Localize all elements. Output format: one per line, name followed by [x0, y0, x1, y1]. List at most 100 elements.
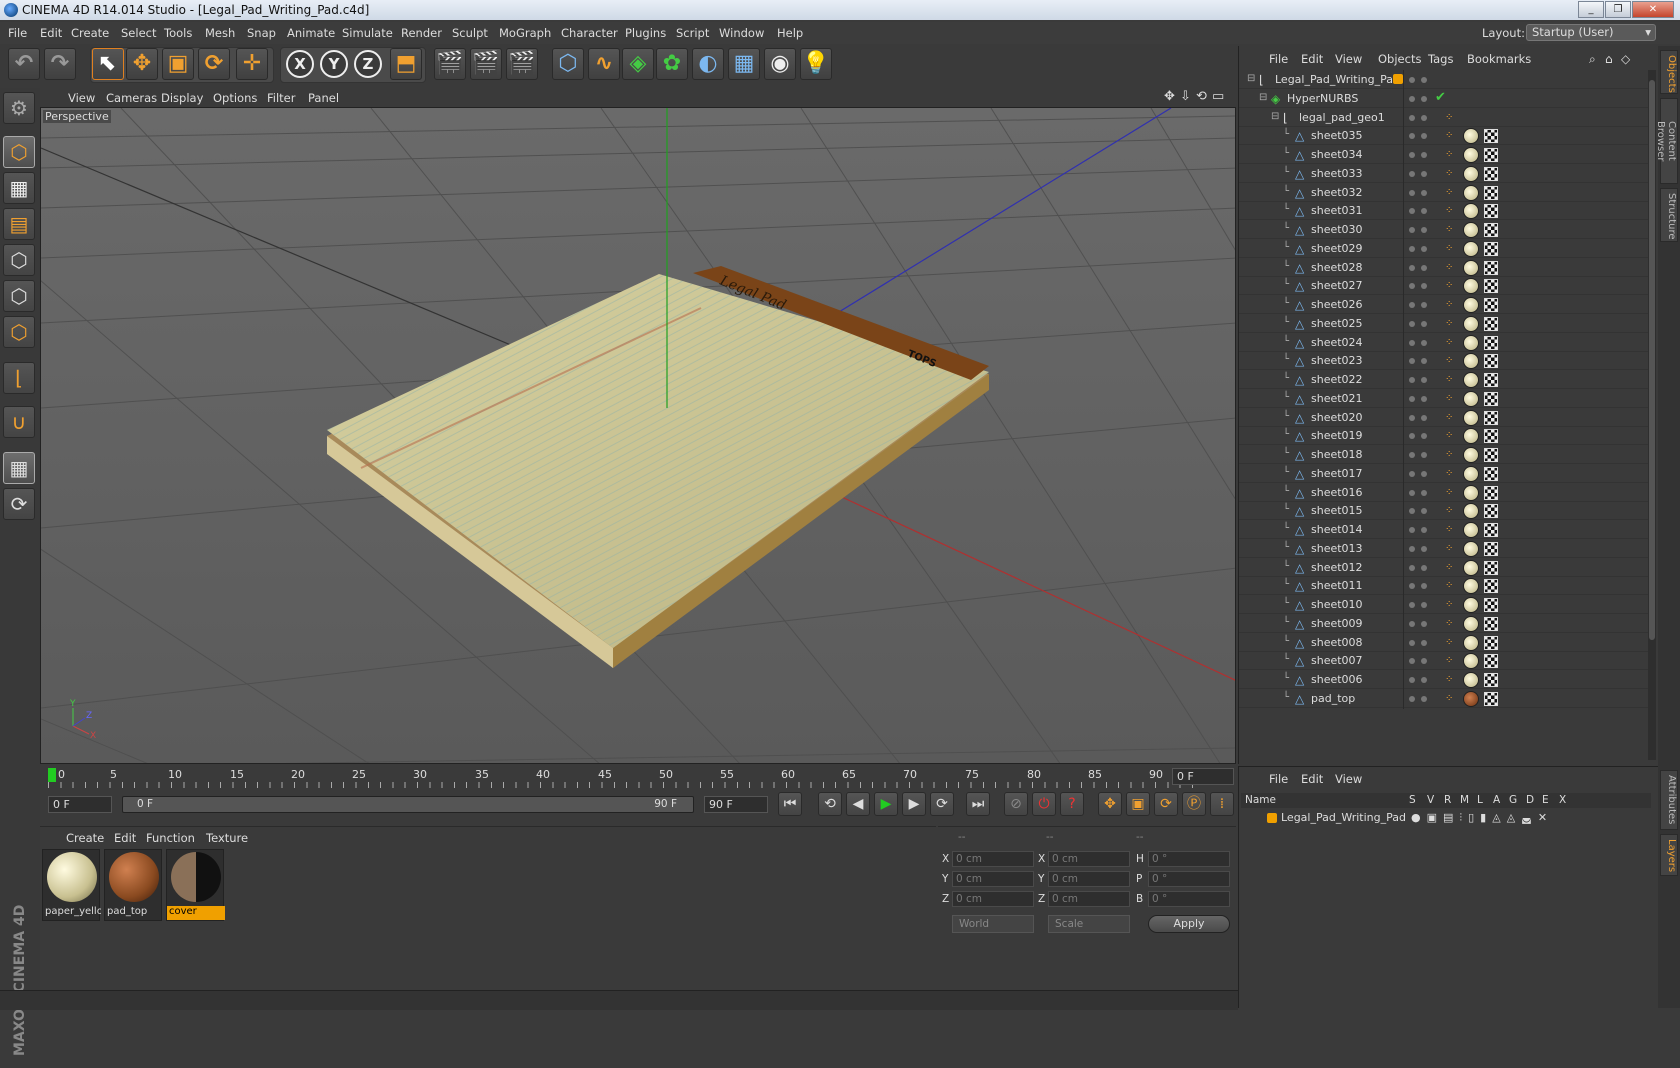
tree-expand-icon[interactable]: └	[1283, 692, 1289, 703]
uvw-tag-icon[interactable]	[1484, 373, 1498, 387]
key-rotation-icon[interactable]: ⟳	[1154, 792, 1178, 816]
object-row-polygon[interactable]: └ △ sheet033 ⁘	[1239, 163, 1649, 184]
tree-expand-icon[interactable]: └	[1283, 317, 1289, 328]
editor-visibility-dot[interactable]	[1409, 377, 1415, 383]
editor-visibility-dot[interactable]	[1409, 152, 1415, 158]
material-tag-icon[interactable]	[1463, 597, 1479, 613]
object-row-polygon[interactable]: └ △ sheet023 ⁘	[1239, 351, 1649, 372]
editor-visibility-dot[interactable]	[1409, 395, 1415, 402]
layer-row[interactable]: Legal_Pad_Writing_Pad ●▣▤⫶▯▮◬◬◛✕	[1241, 809, 1651, 827]
material-tag-icon[interactable]	[1463, 465, 1479, 482]
object-row-polygon[interactable]: └ △ sheet013 ⁘	[1239, 538, 1649, 559]
objects-menu-objects[interactable]: Objects	[1378, 52, 1421, 66]
material-tag-icon[interactable]	[1463, 222, 1479, 238]
phong-tag-icon[interactable]: ⁘	[1445, 130, 1453, 141]
phong-tag-icon[interactable]: ⁘	[1445, 562, 1453, 573]
editor-visibility-dot[interactable]	[1409, 695, 1415, 702]
material-tag-icon[interactable]	[1463, 315, 1479, 332]
object-row-polygon[interactable]: └ △ sheet021 ⁘	[1239, 388, 1649, 409]
phong-tag-icon[interactable]: ⁘	[1445, 487, 1453, 498]
size-y-field[interactable]: 0 cm	[1048, 871, 1130, 887]
deformer-bend-icon[interactable]: ◐	[692, 48, 724, 80]
spline-pen-icon[interactable]: ∿	[588, 48, 620, 80]
camera-icon[interactable]: ◉	[764, 48, 796, 80]
tweak-magnet-icon[interactable]: ∪	[3, 406, 35, 438]
key-pla-icon[interactable]: ⁞	[1210, 792, 1234, 816]
phong-tag-icon[interactable]: ⁘	[1445, 337, 1453, 348]
render-visibility-dot[interactable]	[1421, 377, 1427, 383]
phong-tag-icon[interactable]: ⁘	[1445, 674, 1453, 685]
object-row-polygon[interactable]: └ △ sheet020 ⁘	[1239, 407, 1649, 428]
playhead-marker[interactable]	[48, 768, 56, 782]
object-row-polygon[interactable]: └ △ sheet017 ⁘	[1239, 463, 1649, 484]
tree-expand-icon[interactable]: ⊟	[1271, 111, 1279, 122]
render-visibility-dot[interactable]	[1421, 489, 1427, 496]
object-row-polygon[interactable]: └ △ sheet010 ⁘	[1239, 595, 1649, 615]
uvw-tag-icon[interactable]	[1484, 279, 1498, 294]
editor-visibility-dot[interactable]	[1409, 414, 1415, 421]
uvw-tag-icon[interactable]	[1484, 241, 1498, 256]
go-to-start-icon[interactable]: ⏮	[778, 792, 802, 816]
tree-expand-icon[interactable]: └	[1283, 486, 1289, 497]
material-menu-texture[interactable]: Texture	[206, 831, 248, 845]
material-tag-icon[interactable]	[1463, 690, 1479, 707]
size-z-field[interactable]: 0 cm	[1048, 891, 1130, 907]
material-menu-create[interactable]: Create	[66, 831, 104, 845]
uvw-tag-icon[interactable]	[1484, 185, 1498, 200]
floor-scene-icon[interactable]: ▦	[728, 48, 760, 80]
render-visibility-dot[interactable]	[1421, 189, 1427, 196]
material-tag-icon[interactable]	[1463, 653, 1479, 670]
tree-expand-icon[interactable]: └	[1283, 373, 1289, 384]
editor-visibility-dot[interactable]	[1409, 658, 1415, 665]
play-icon[interactable]: ▶	[874, 792, 898, 816]
material-tag-icon[interactable]	[1463, 353, 1479, 370]
tree-expand-icon[interactable]: └	[1283, 223, 1289, 234]
edges-mode-icon[interactable]: ⬡	[3, 280, 35, 312]
objects-menu-bookmarks[interactable]: Bookmarks	[1467, 52, 1531, 66]
editor-visibility-dot[interactable]	[1409, 639, 1415, 646]
material-tag-icon[interactable]	[1463, 428, 1479, 445]
object-row-polygon[interactable]: └ △ sheet016 ⁘	[1239, 482, 1649, 503]
model-mode-icon[interactable]: ⬡	[3, 136, 35, 168]
tree-expand-icon[interactable]: └	[1283, 167, 1289, 178]
phong-tag-icon[interactable]: ⁘	[1445, 693, 1453, 704]
editor-visibility-dot[interactable]	[1409, 452, 1415, 458]
dolly-view-icon[interactable]: ⇩	[1180, 89, 1191, 104]
viewport-menu-view[interactable]: View	[68, 91, 95, 105]
frame-range-slider[interactable]: 0 F 90 F	[122, 796, 694, 813]
editor-visibility-dot[interactable]	[1409, 283, 1415, 290]
material-tag-icon[interactable]	[1463, 165, 1479, 182]
phong-tag-icon[interactable]: ⁘	[1445, 637, 1453, 648]
scale-tool-icon[interactable]: ▣	[162, 48, 194, 80]
tree-expand-icon[interactable]: └	[1283, 617, 1289, 628]
y-axis-lock-icon[interactable]: Y	[320, 50, 348, 78]
editor-visibility-dot[interactable]	[1409, 677, 1415, 683]
render-view-icon[interactable]: 🎬	[434, 48, 466, 80]
tree-expand-icon[interactable]: └	[1283, 523, 1289, 534]
rotation-h-field[interactable]: 0 °	[1148, 851, 1230, 867]
object-row-polygon[interactable]: └ △ sheet025 ⁘	[1239, 313, 1649, 334]
filter-icon[interactable]: ◇	[1621, 52, 1630, 66]
menu-simulate[interactable]: Simulate	[342, 26, 393, 40]
axis-mode-icon[interactable]: ⌊	[3, 362, 35, 394]
next-frame-icon[interactable]: ▶	[902, 792, 926, 816]
workplane-lock-icon[interactable]: ⟳	[3, 488, 35, 520]
material-tag-icon[interactable]	[1463, 240, 1479, 257]
uvw-tag-icon[interactable]	[1484, 410, 1498, 425]
editor-visibility-dot[interactable]	[1409, 602, 1415, 608]
uvw-tag-icon[interactable]	[1484, 129, 1498, 144]
render-visibility-dot[interactable]	[1421, 583, 1427, 590]
phong-tag-icon[interactable]: ⁘	[1445, 168, 1453, 179]
material-tag-icon[interactable]	[1463, 203, 1479, 220]
phong-tag-icon[interactable]: ⁘	[1445, 205, 1453, 216]
render-visibility-dot[interactable]	[1421, 677, 1427, 683]
viewport-menu-filter[interactable]: Filter	[267, 91, 295, 105]
key-parameter-icon[interactable]: Ⓟ	[1182, 792, 1206, 816]
tree-expand-icon[interactable]: └	[1283, 336, 1289, 347]
material-tag-icon[interactable]	[1463, 409, 1479, 426]
cube-object-icon[interactable]: ⬡	[552, 48, 584, 80]
home-icon[interactable]: ⌂	[1605, 52, 1613, 66]
menu-render[interactable]: Render	[401, 26, 442, 40]
phong-tag-icon[interactable]: ⁘	[1445, 505, 1453, 516]
object-row-polygon[interactable]: └ △ sheet029 ⁘	[1239, 238, 1649, 259]
